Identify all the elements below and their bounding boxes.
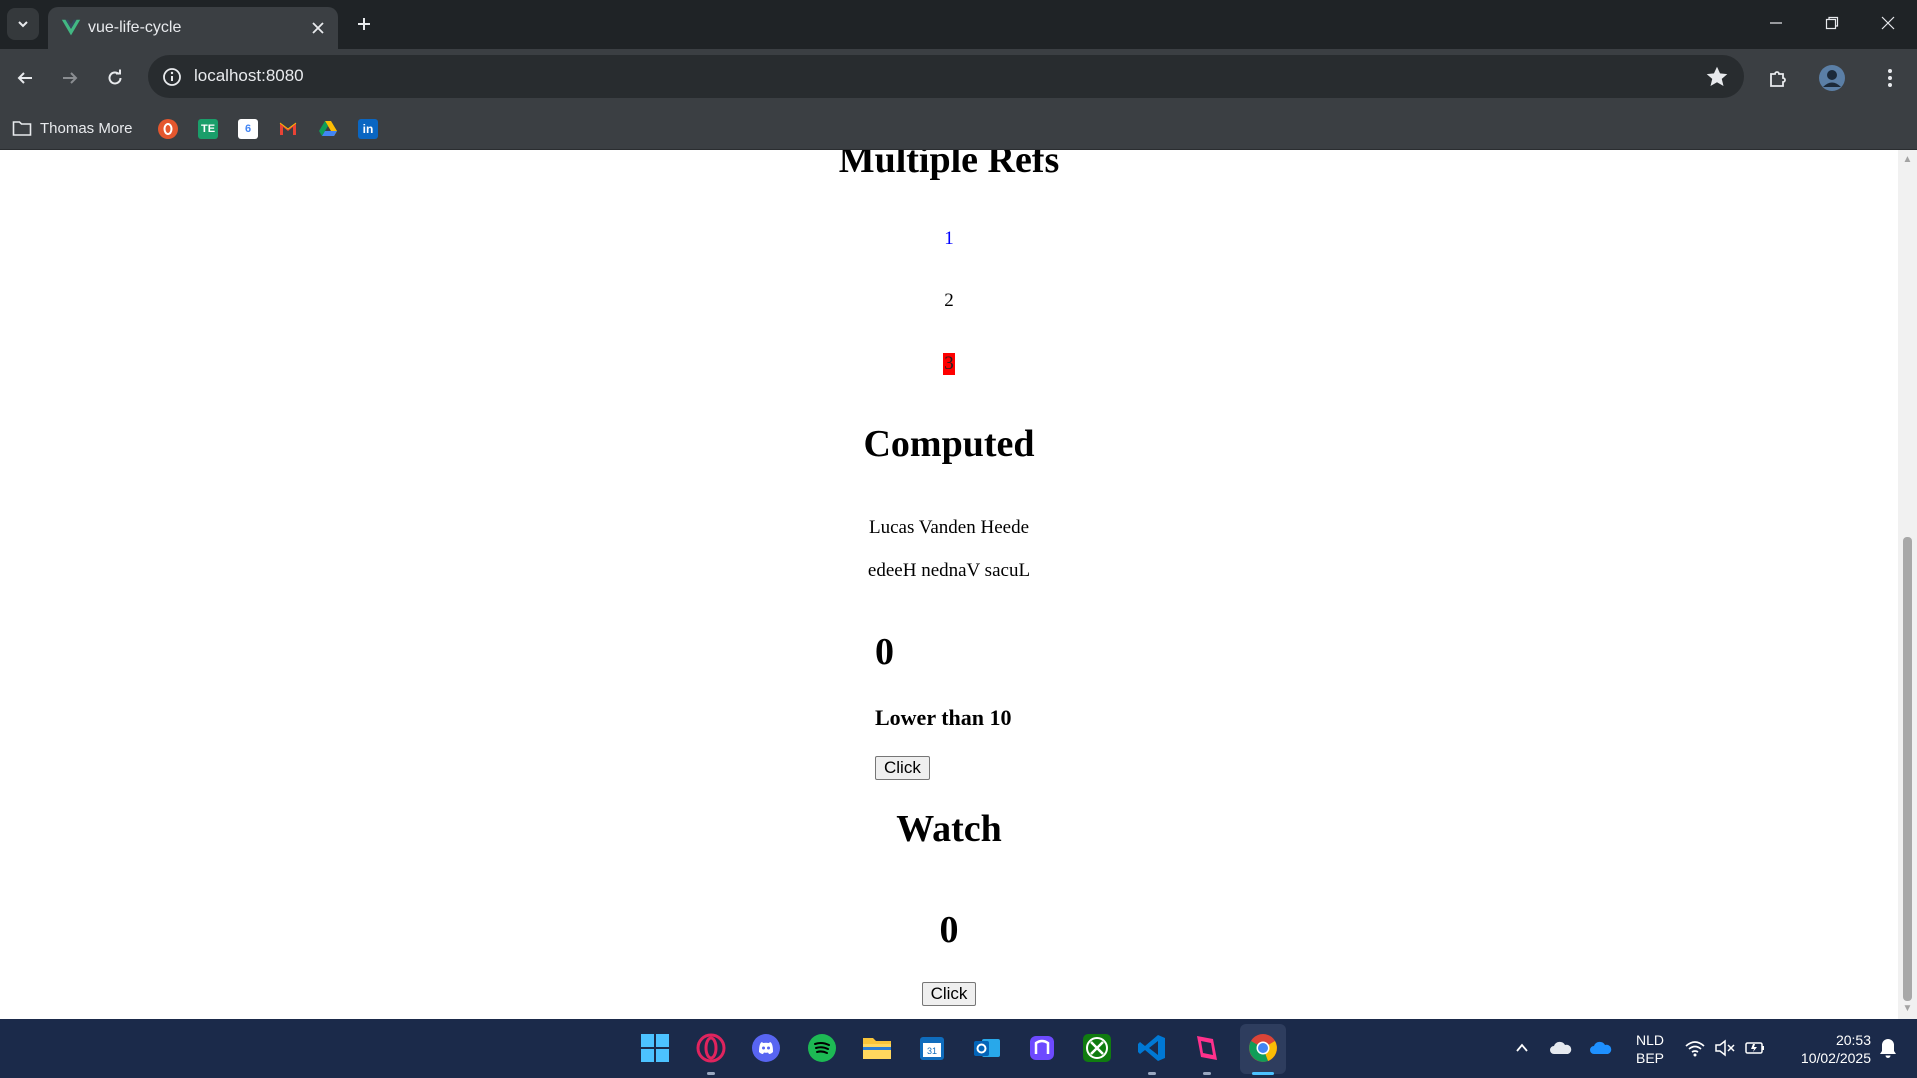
reversed-name-text: edeeH nednaV sacuL	[867, 560, 1031, 581]
calendar-taskbar-icon[interactable]: 31	[915, 1031, 949, 1065]
clock[interactable]: 20:53 10/02/2025	[1775, 1031, 1871, 1067]
computed-status-block: Lower than 10	[875, 705, 1012, 731]
clock-time: 20:53	[1835, 1032, 1871, 1048]
opera-running-indicator	[707, 1072, 715, 1075]
arrow-right-icon	[63, 72, 78, 84]
site-info-icon[interactable]	[160, 65, 184, 89]
puzzle-icon	[1770, 71, 1786, 87]
watch-counter-value: 0	[939, 909, 959, 951]
folder-icon	[12, 121, 32, 136]
chrome-taskbar-icon[interactable]	[1246, 1031, 1280, 1065]
watch-heading: Watch	[896, 808, 1002, 850]
new-tab-button[interactable]	[350, 10, 378, 38]
computed-counter-value: 0	[875, 631, 894, 673]
tab-title: vue-life-cycle	[88, 19, 182, 36]
te-icon[interactable]: TE	[198, 119, 218, 139]
restore-button[interactable]	[1804, 0, 1860, 46]
vue-logo-icon	[61, 19, 81, 36]
browser-menu-button[interactable]	[1874, 62, 1906, 94]
arrow-left-icon	[17, 72, 32, 84]
discord-taskbar-icon[interactable]	[749, 1031, 783, 1065]
keyboard-language-indicator[interactable]: NLD BEP	[1630, 1031, 1670, 1067]
proton-vpn-taskbar-icon[interactable]	[1025, 1031, 1059, 1065]
computed-status-text: Lower than 10	[875, 705, 1012, 730]
google-drive-icon[interactable]	[318, 119, 338, 139]
scroll-down-arrow-icon[interactable]: ▼	[1902, 1003, 1913, 1014]
ref-item-2: 2	[944, 290, 954, 311]
vscode-taskbar-icon[interactable]	[1135, 1031, 1169, 1065]
onedrive-personal-icon[interactable]	[1544, 1031, 1578, 1065]
taskbar-active-indicator	[1252, 1072, 1274, 1075]
close-icon	[1881, 16, 1895, 30]
notifications-bell-icon[interactable]	[1871, 1031, 1905, 1065]
opera-gx-taskbar-icon[interactable]	[694, 1031, 728, 1065]
reload-button[interactable]	[98, 61, 132, 95]
svg-text:31: 31	[927, 1046, 937, 1056]
ref-item-3-wrapper: 3	[0, 353, 1898, 375]
minimize-button[interactable]	[1748, 0, 1804, 46]
address-bar[interactable]: localhost:8080	[148, 55, 1744, 98]
tab-search-button[interactable]	[7, 8, 39, 40]
multiple-refs-heading: Multiple Refs	[838, 150, 1060, 181]
computed-heading: Computed	[863, 423, 1035, 465]
plus-icon	[358, 18, 370, 30]
scroll-thumb[interactable]	[1903, 537, 1912, 1001]
computed-counter-block: 0	[875, 630, 894, 674]
windows-taskbar: 31 NLD BEP 20:53 10/02/2025	[0, 1019, 1917, 1078]
battery-icon[interactable]	[1738, 1031, 1772, 1065]
bookmark-folder-thomas-more[interactable]: Thomas More	[12, 115, 133, 141]
xbox-taskbar-icon[interactable]	[1080, 1031, 1114, 1065]
avatar-icon	[1819, 65, 1845, 91]
browser-toolbar: localhost:8080	[0, 49, 1917, 107]
more-vertical-icon	[1888, 69, 1892, 87]
reload-icon	[108, 69, 122, 85]
bookmarks-bar: Thomas More TE 6 in	[0, 107, 1917, 150]
file-explorer-taskbar-icon[interactable]	[860, 1031, 894, 1065]
clock-date: 10/02/2025	[1800, 1050, 1871, 1066]
minimize-icon	[1770, 22, 1782, 24]
keyboard-layout-text: BEP	[1635, 1050, 1664, 1066]
language-text: NLD	[1635, 1032, 1664, 1048]
computed-button-block: Click	[875, 756, 930, 780]
page-scrollbar[interactable]: ▲ ▼	[1898, 150, 1917, 1019]
extensions-button[interactable]	[1762, 62, 1794, 94]
vscode-running-indicator	[1148, 1072, 1156, 1075]
gmail-icon[interactable]	[278, 119, 298, 139]
spotify-taskbar-icon[interactable]	[805, 1031, 839, 1065]
profile-button[interactable]	[1816, 62, 1848, 94]
outlook-taskbar-icon[interactable]	[970, 1031, 1004, 1065]
linkedin-icon[interactable]: in	[358, 119, 378, 139]
ref-item-1: 1	[944, 228, 954, 249]
watch-button-wrapper: Click	[0, 982, 1898, 1006]
tab-close-button[interactable]	[308, 18, 328, 38]
bookmark-folder-label: Thomas More	[40, 119, 133, 137]
ref-item-3: 3	[943, 353, 955, 375]
watch-click-button[interactable]: Click	[921, 982, 977, 1006]
windows-logo-icon	[641, 1034, 669, 1062]
onedrive-business-icon[interactable]	[1584, 1031, 1618, 1065]
browser-titlebar: vue-life-cycle	[0, 0, 1917, 49]
scroll-up-arrow-icon[interactable]: ▲	[1902, 154, 1913, 165]
url-text[interactable]: localhost:8080	[194, 66, 304, 86]
opera-icon[interactable]	[158, 119, 178, 139]
full-name-text: Lucas Vanden Heede	[868, 517, 1030, 538]
computed-click-button[interactable]: Click	[875, 756, 930, 780]
jetbrains-taskbar-icon[interactable]	[1190, 1031, 1224, 1065]
back-button[interactable]	[8, 61, 42, 95]
volume-muted-icon[interactable]	[1708, 1031, 1742, 1065]
chevron-down-icon	[18, 21, 28, 28]
forward-button[interactable]	[53, 61, 87, 95]
tray-overflow-chevron-icon[interactable]	[1505, 1031, 1539, 1065]
bookmark-star-icon[interactable]	[1704, 64, 1730, 90]
page-viewport: Multiple Refs 1 2 3 Computed Lucas Vande…	[0, 150, 1898, 1019]
jetbrains-running-indicator	[1203, 1072, 1211, 1075]
browser-tab[interactable]: vue-life-cycle	[48, 7, 338, 49]
google-calendar-icon[interactable]: 6	[238, 119, 258, 139]
start-button[interactable]	[638, 1031, 672, 1065]
restore-icon	[1825, 16, 1839, 30]
wifi-icon[interactable]	[1678, 1031, 1712, 1065]
close-window-button[interactable]	[1860, 0, 1916, 46]
close-icon	[312, 22, 324, 34]
